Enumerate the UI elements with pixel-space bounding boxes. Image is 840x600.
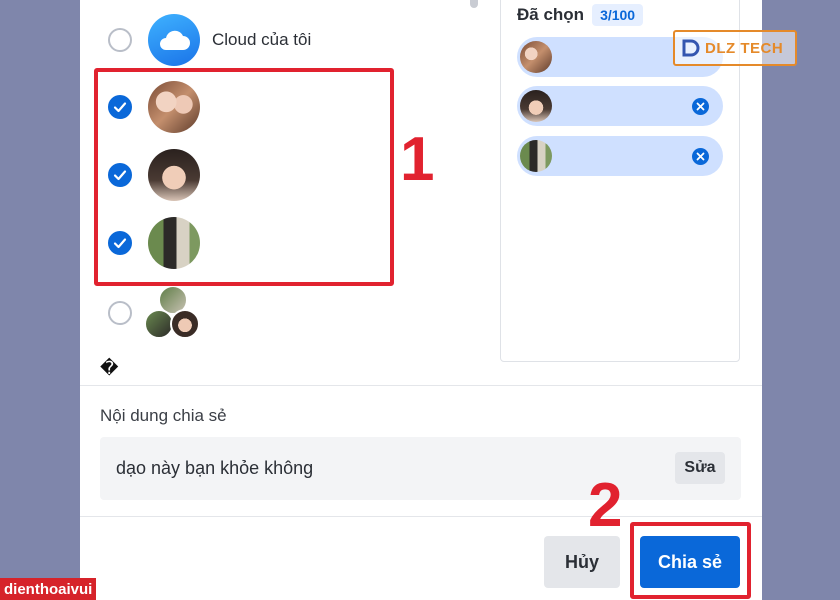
share-message-box: dạo này bạn khỏe không Sửa bbox=[100, 437, 741, 500]
selected-title: Đã chọn bbox=[517, 5, 585, 24]
watermark-logo: DLZ TECH bbox=[673, 30, 797, 66]
brand-watermark: dienthoaivui bbox=[0, 578, 97, 600]
step-number-1: 1 bbox=[400, 125, 435, 194]
avatar bbox=[520, 41, 552, 73]
missing-glyph: � bbox=[100, 358, 119, 378]
watermark-logo-text: DLZ TECH bbox=[705, 39, 784, 57]
divider bbox=[80, 516, 762, 517]
group-avatar bbox=[144, 285, 204, 341]
edit-button[interactable]: Sửa bbox=[675, 452, 725, 484]
scrollbar-thumb[interactable] bbox=[470, 0, 478, 8]
share-content-label: Nội dung chia sẻ bbox=[100, 406, 227, 425]
step-number-2: 2 bbox=[588, 471, 623, 540]
avatar bbox=[520, 90, 552, 122]
divider bbox=[80, 385, 762, 386]
selected-count-badge: 3/100 bbox=[592, 4, 644, 26]
contact-row-group[interactable] bbox=[108, 285, 204, 341]
remove-icon[interactable] bbox=[692, 147, 709, 165]
logo-icon bbox=[682, 39, 700, 57]
cancel-button[interactable]: Hủy bbox=[544, 536, 620, 588]
contact-label: Cloud của tôi bbox=[212, 30, 312, 49]
highlight-box-contacts bbox=[94, 68, 394, 286]
avatar bbox=[520, 140, 552, 172]
highlight-box-share bbox=[630, 522, 751, 599]
selected-chip[interactable] bbox=[517, 86, 723, 126]
contact-radio[interactable] bbox=[108, 28, 132, 52]
share-message-text: dạo này bạn khỏe không bbox=[116, 458, 314, 478]
cloud-icon bbox=[148, 14, 200, 66]
selected-chip[interactable] bbox=[517, 136, 723, 176]
contact-radio[interactable] bbox=[108, 301, 132, 325]
contact-row-cloud[interactable]: Cloud của tôi bbox=[108, 14, 311, 66]
selected-header: Đã chọn 3/100 bbox=[517, 4, 644, 26]
remove-icon[interactable] bbox=[692, 97, 709, 115]
